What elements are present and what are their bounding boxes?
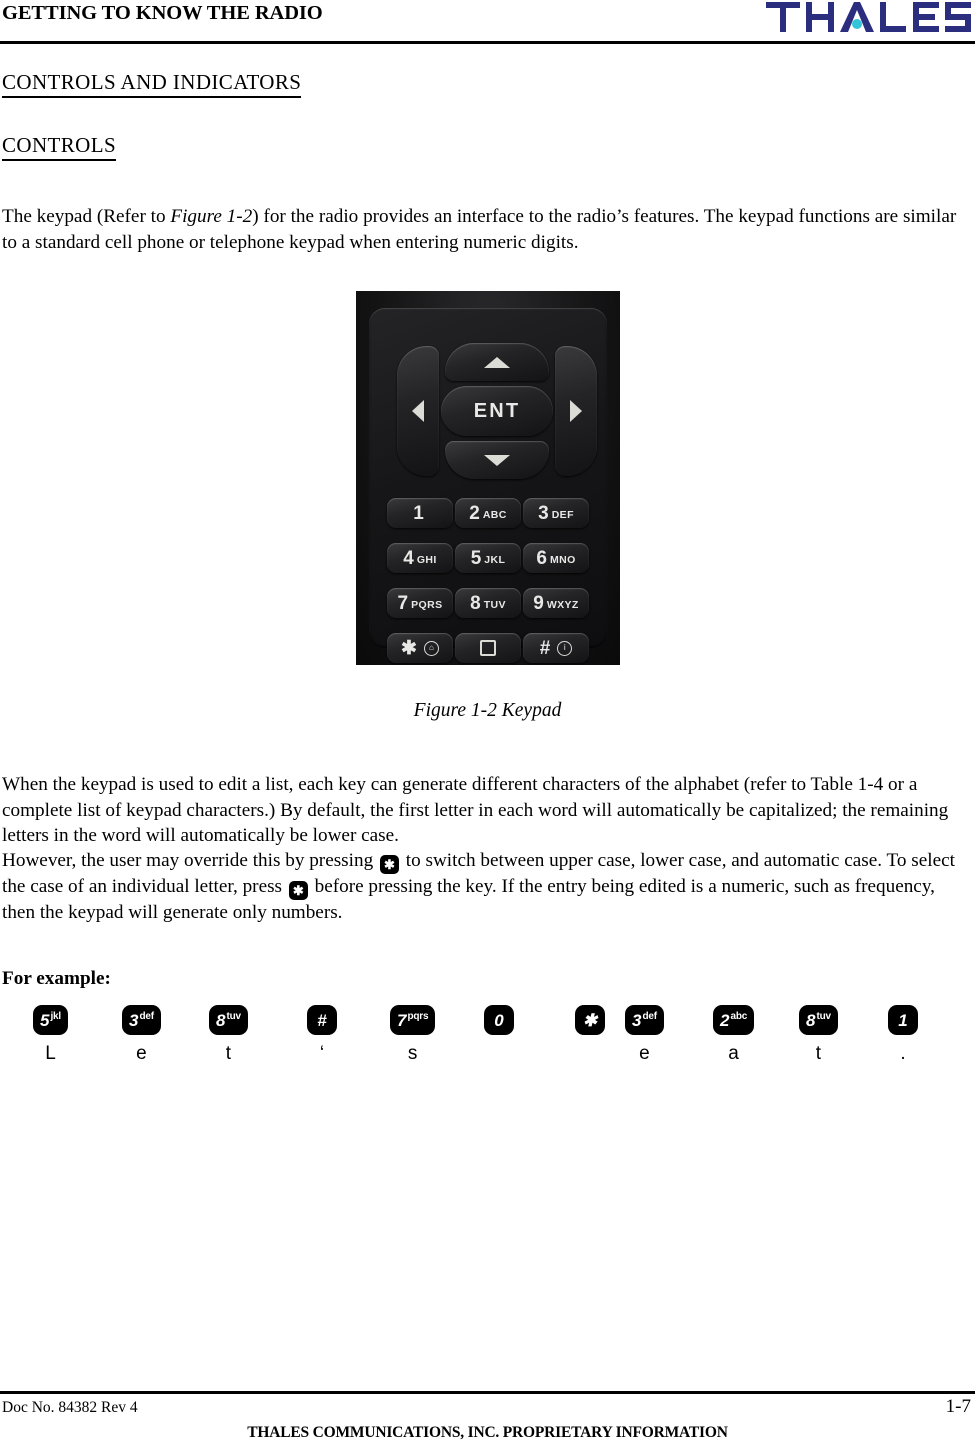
keypad-key-7-digit: 7 (397, 592, 409, 614)
key-letter: e (136, 1043, 147, 1064)
keypad-key-4-digit: 4 (403, 547, 414, 569)
footer-page-number: 1-7 (945, 1396, 971, 1417)
footer-doc-number: Doc No. 84382 Rev 4 (2, 1399, 138, 1416)
keypad-key-8-digit: 8 (470, 592, 481, 614)
keypad-key-3[interactable]: 3 DEF (523, 498, 589, 528)
key-sequence-item: ✱ (575, 1005, 605, 1043)
keypad-key-star-digit: ✱ (401, 637, 417, 659)
para-intro-part-a: The keypad (Refer to (2, 206, 171, 227)
keypad-key-hash-digit: # (539, 637, 551, 659)
keypad-key-0[interactable] (455, 633, 521, 663)
keypad-key-8-letters: TUV (483, 598, 506, 611)
page-header: GETTING TO KNOW THE RADIO (0, 0, 975, 46)
key-letter: e (639, 1043, 650, 1064)
info-icon: i (557, 640, 573, 656)
thales-logo-dot (852, 19, 862, 29)
key-letter: t (815, 1043, 822, 1064)
key-badge-8[interactable]: 8 tuv (799, 1005, 838, 1035)
keypad-key-4-letters: GHI (416, 553, 437, 566)
key-sequence-row: 5 jkl L 3 def e 8 tuv t # ‘ 7 pqrs s 0 ✱… (0, 1005, 975, 1085)
keypad-key-4[interactable]: 4 GHI (387, 543, 453, 573)
keypad-key-6-digit: 6 (536, 547, 547, 569)
keypad-key-9[interactable]: 9 WXYZ (523, 588, 589, 618)
key-sequence-item: 0 (484, 1005, 514, 1043)
keypad-key-5[interactable]: 5 JKL (455, 543, 521, 573)
right-arrow-icon (570, 400, 582, 422)
keypad-key-1[interactable]: 1 (387, 498, 453, 528)
key-badge-1[interactable]: 1 (888, 1005, 918, 1035)
keypad-key-7[interactable]: 7 PQRS (387, 588, 453, 618)
down-arrow-icon (484, 454, 510, 466)
keypad-key-3-digit: 3 (538, 502, 549, 524)
key-sequence-item: 2 abc a (713, 1005, 755, 1065)
keypad-key-6[interactable]: 6 MNO (523, 543, 589, 573)
key-letter: t (225, 1043, 232, 1064)
key-sequence-item: # ‘ (307, 1005, 337, 1065)
key-badge-0[interactable]: 0 (484, 1005, 514, 1035)
left-arrow-icon (412, 400, 424, 422)
key-sequence-item: 7 pqrs s (390, 1005, 436, 1065)
paragraph-keypad-intro: The keypad (Refer to Figure 1-2) for the… (2, 204, 962, 255)
keypad-key-5-letters: JKL (484, 553, 506, 566)
paragraph-edit-list: When the keypad is used to edit a list, … (2, 774, 949, 846)
keypad-key-5-digit: 5 (470, 547, 482, 569)
key-badge-hash[interactable]: # (307, 1005, 337, 1035)
key-letter: L (45, 1043, 56, 1064)
keypad-key-2-digit: 2 (469, 502, 480, 524)
for-example-label: For example: (2, 968, 111, 989)
keypad-key-left[interactable] (397, 346, 439, 476)
paragraph-case-override: However, the user may override this by p… (2, 848, 962, 926)
key-badge-star[interactable]: ✱ (575, 1005, 605, 1035)
key-letter: . (900, 1043, 906, 1064)
key-sequence-item: 1 . (888, 1005, 918, 1065)
key-sequence-item: 8 tuv t (799, 1005, 838, 1065)
key-badge-5[interactable]: 5 jkl (33, 1005, 68, 1035)
keypad-key-6-letters: MNO (549, 553, 576, 566)
inline-star-key-icon: ✱ (288, 881, 308, 900)
key-sequence-item: 3 def e (625, 1005, 664, 1065)
header-divider (0, 41, 975, 44)
keypad-key-1-digit: 1 (413, 502, 424, 524)
keypad-key-9-digit: 9 (533, 592, 544, 614)
keypad-key-right[interactable] (555, 346, 597, 476)
keypad-key-8[interactable]: 8 TUV (455, 588, 521, 618)
footer-divider (0, 1391, 975, 1394)
key-letter: a (728, 1043, 739, 1064)
thales-logo (766, 2, 971, 32)
keypad-key-7-letters: PQRS (411, 598, 443, 611)
key-badge-2[interactable]: 2 abc (713, 1005, 755, 1035)
heading-controls-and-indicators: CONTROLS AND INDICATORS (2, 70, 302, 98)
keypad-key-enter[interactable]: ENT (441, 386, 553, 436)
keypad-photo: ENT 1 2 ABC 3 DEF 4 GHI 5 JKL 6 MNO 7 PQ… (356, 291, 620, 665)
keypad-key-3-letters: DEF (551, 508, 574, 521)
key-sequence-item: 8 tuv t (209, 1005, 248, 1065)
key-badge-7[interactable]: 7 pqrs (390, 1005, 436, 1035)
footer-proprietary-notice: THALES COMMUNICATIONS, INC. PROPRIETARY … (247, 1424, 728, 1441)
square-icon (480, 640, 496, 656)
figure-caption: Figure 1-2 Keypad (413, 700, 562, 721)
page-header-title: GETTING TO KNOW THE RADIO (2, 2, 323, 24)
figure-reference: Figure 1-2 (170, 206, 253, 227)
keypad-key-9-letters: WXYZ (546, 598, 579, 611)
key-badge-3[interactable]: 3 def (122, 1005, 161, 1035)
key-sequence-item: 3 def e (122, 1005, 161, 1065)
keypad-key-2[interactable]: 2 ABC (455, 498, 521, 528)
key-letter: s (407, 1043, 418, 1064)
key-badge-3[interactable]: 3 def (625, 1005, 664, 1035)
heading-controls: CONTROLS (2, 133, 117, 161)
key-badge-8[interactable]: 8 tuv (209, 1005, 248, 1035)
inline-star-key-icon: ✱ (379, 855, 399, 874)
keypad-key-star[interactable]: ✱ ⌂ (387, 633, 453, 663)
keypad-key-enter-label: ENT (473, 399, 521, 422)
up-arrow-icon (484, 356, 510, 368)
key-sequence-item: 5 jkl L (33, 1005, 68, 1065)
key-letter: ‘ (319, 1043, 325, 1064)
keypad-key-hash[interactable]: # i (523, 633, 589, 663)
para-override-part-a: However, the user may override this by p… (2, 850, 378, 871)
keypad-key-down[interactable] (445, 441, 549, 479)
keypad-bezel: ENT 1 2 ABC 3 DEF 4 GHI 5 JKL 6 MNO 7 PQ… (369, 308, 607, 663)
home-icon: ⌂ (423, 640, 439, 656)
keypad-key-2-letters: ABC (482, 508, 507, 521)
keypad-key-up[interactable] (445, 343, 549, 381)
